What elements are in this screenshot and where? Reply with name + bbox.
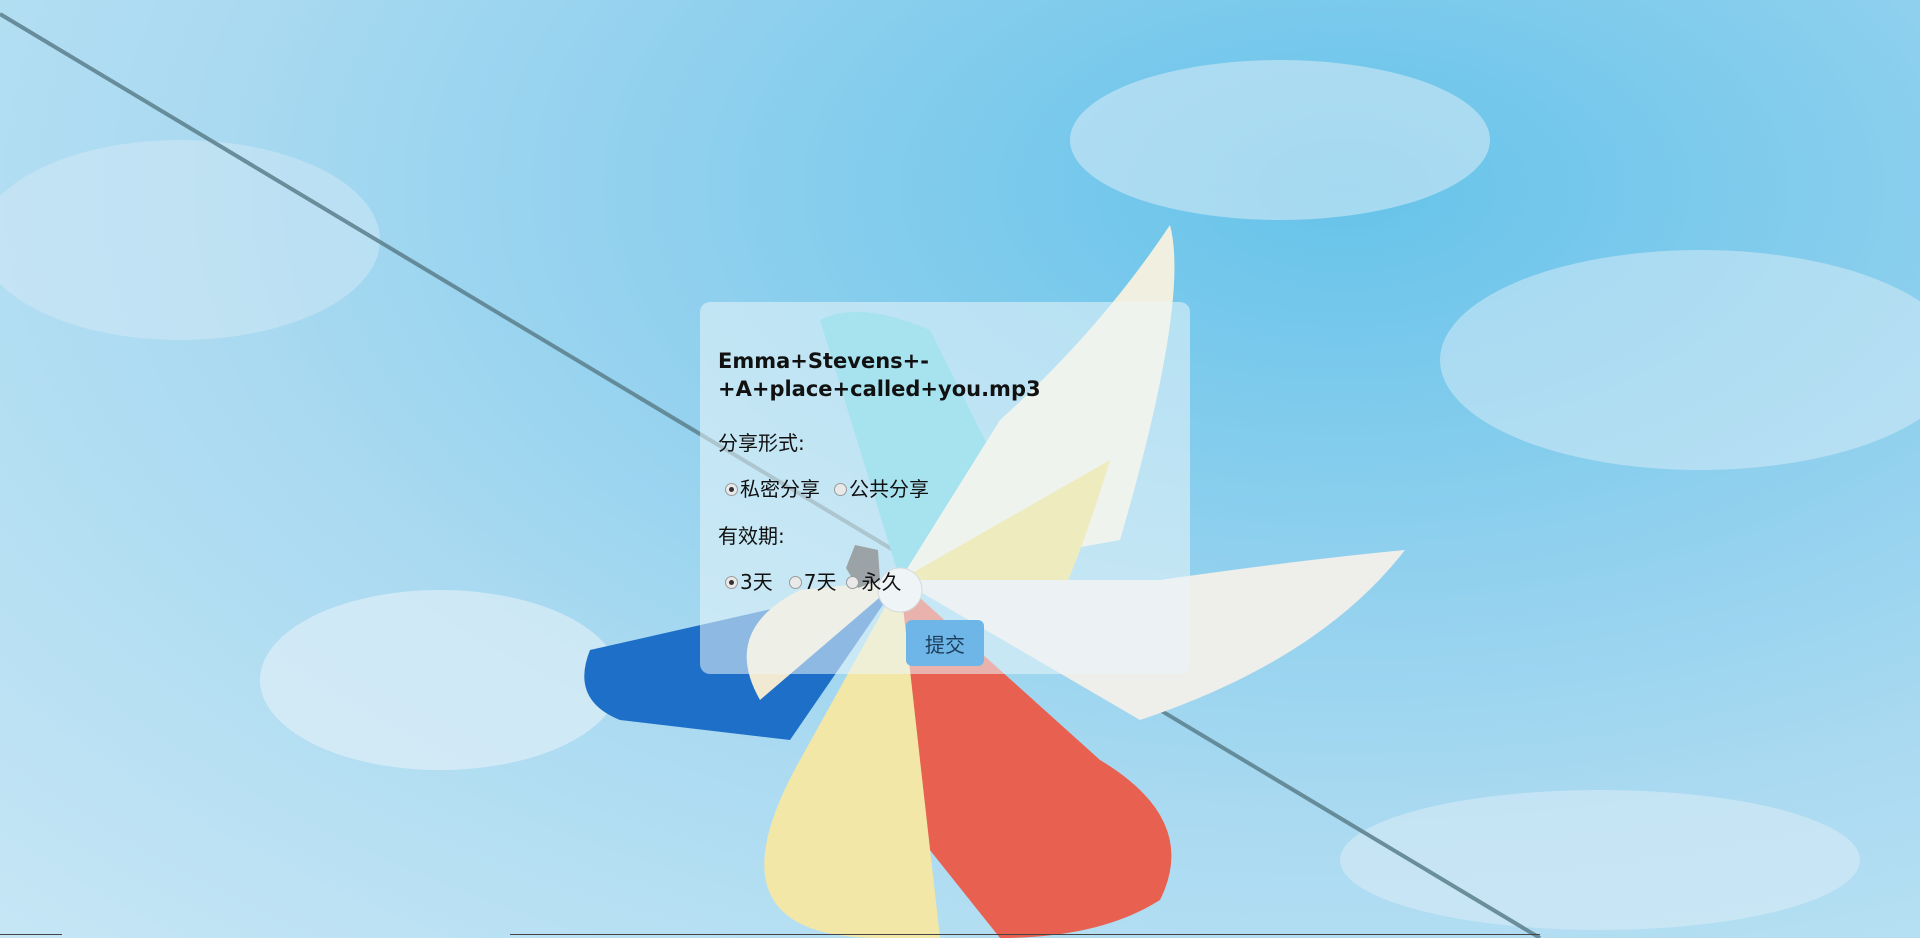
share-type-label: 分享形式: — [718, 431, 805, 455]
bottom-divider — [0, 934, 1920, 938]
radio-label: 永久 — [861, 570, 902, 594]
divider-segment — [0, 934, 62, 935]
radio-3-days[interactable]: 3天 — [725, 568, 773, 596]
radio-label: 公共分享 — [849, 477, 929, 501]
radio-label: 3天 — [740, 570, 773, 594]
submit-button[interactable]: 提交 — [906, 620, 984, 666]
radio-button-checked[interactable] — [725, 482, 738, 496]
radio-button[interactable] — [788, 575, 802, 589]
share-type-options: 私密分享 公共分享 — [718, 475, 1172, 503]
radio-label: 7天 — [803, 570, 837, 594]
radio-label: 私密分享 — [740, 477, 820, 501]
radio-public-share[interactable]: 公共分享 — [834, 475, 929, 503]
divider-segment — [510, 934, 1540, 935]
radio-button[interactable] — [846, 575, 860, 589]
validity-options: 3天 7天 永久 — [718, 568, 1172, 596]
validity-label: 有效期: — [718, 524, 785, 548]
radio-private-share[interactable]: 私密分享 — [725, 475, 820, 503]
radio-forever[interactable]: 永久 — [846, 568, 901, 596]
radio-button-checked[interactable] — [725, 575, 738, 589]
share-dialog: Emma+Stevens+- +A+place+called+you.mp3 分… — [700, 302, 1190, 674]
radio-7-days[interactable]: 7天 — [788, 568, 837, 596]
file-name: Emma+Stevens+- +A+place+called+you.mp3 — [718, 349, 1041, 401]
radio-button[interactable] — [834, 482, 847, 496]
